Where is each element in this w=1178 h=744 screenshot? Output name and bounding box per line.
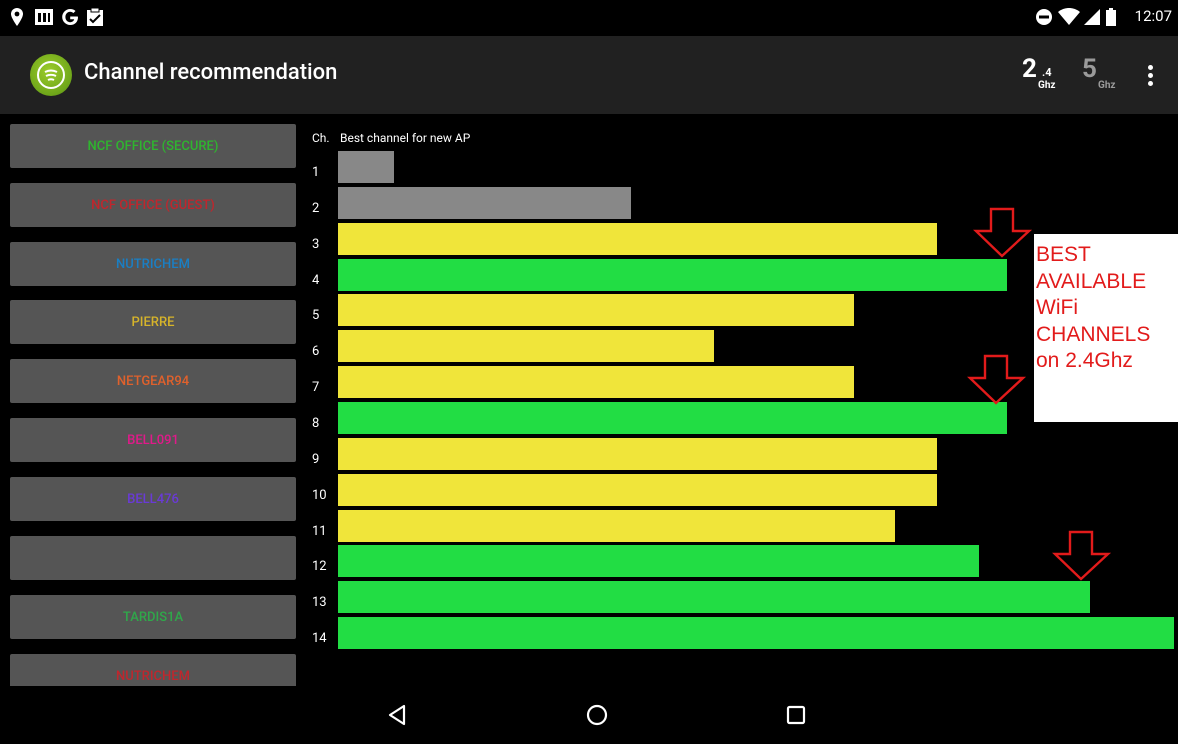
recents-icon[interactable] — [781, 700, 811, 730]
channel-bar — [338, 366, 854, 399]
band-5-unit: Ghz — [1098, 80, 1116, 91]
channel-bar — [338, 617, 1174, 650]
network-item[interactable]: BELL476 — [10, 477, 296, 521]
network-item[interactable]: NCF OFFICE (GUEST) — [10, 183, 296, 227]
band-24-sup: .4 — [1042, 66, 1052, 79]
network-item[interactable]: PIERRE — [10, 300, 296, 344]
network-item[interactable] — [10, 536, 296, 580]
google-icon — [60, 6, 80, 28]
channel-bar — [338, 151, 394, 183]
clipboard-icon — [86, 6, 104, 28]
annotation-box: BEST AVAILABLE WiFi CHANNELS on 2.4Ghz — [1034, 234, 1178, 422]
band-24ghz-button[interactable]: 2 .4 Ghz — [1020, 54, 1064, 96]
channel-label: 9 — [312, 451, 320, 467]
channel-bar — [338, 401, 1007, 434]
app-bar: Channel recommendation 2 .4 Ghz 5 Ghz — [0, 36, 1178, 114]
annotation-line: BEST — [1036, 243, 1091, 266]
network-item[interactable]: NUTRICHEM — [10, 242, 296, 286]
network-item[interactable]: BELL091 — [10, 418, 296, 462]
location-pin-icon — [10, 6, 24, 28]
band-24-main: 2 — [1022, 54, 1037, 84]
channel-label: 3 — [312, 236, 320, 252]
wifi-icon — [1058, 6, 1080, 28]
chart-title: Best channel for new AP — [340, 131, 471, 145]
network-list: NCF OFFICE (SECURE) NCF OFFICE (GUEST) NUT… — [0, 114, 305, 686]
channel-label: 12 — [312, 559, 327, 575]
band-5-main: 5 — [1082, 54, 1097, 84]
channel-label: 1 — [312, 165, 320, 180]
chart-header-channel: Ch. — [312, 131, 330, 145]
battery-icon — [1106, 6, 1116, 28]
channel-label: 14 — [312, 631, 327, 647]
annotation-line: WiFi — [1036, 296, 1078, 319]
network-item[interactable]: NETGEAR94 — [10, 359, 296, 403]
channel-label: 4 — [312, 272, 320, 288]
band-24-unit: Ghz — [1038, 80, 1056, 91]
down-arrow-icon — [973, 207, 1033, 258]
news-icon — [34, 6, 54, 28]
channel-label: 2 — [312, 200, 320, 216]
overflow-menu-icon[interactable] — [1140, 62, 1160, 90]
home-icon[interactable] — [582, 700, 612, 730]
status-time: 12:07 — [1134, 7, 1172, 25]
channel-label: 11 — [312, 523, 327, 539]
network-item[interactable]: NUTRICHEM — [10, 654, 296, 686]
channel-label: 7 — [312, 380, 320, 396]
channel-bar — [338, 437, 937, 470]
channel-label: 6 — [312, 344, 320, 360]
status-bar: 12:07 — [0, 0, 1178, 36]
app-logo-icon — [30, 54, 72, 96]
channel-bar — [338, 294, 854, 327]
network-item[interactable]: TARDIS1A — [10, 595, 296, 639]
cell-signal-icon — [1083, 6, 1101, 28]
navigation-bar — [0, 686, 1178, 744]
channel-label: 5 — [312, 308, 320, 324]
band-5ghz-button[interactable]: 5 Ghz — [1080, 54, 1124, 96]
channel-label: 10 — [312, 487, 327, 503]
back-icon[interactable] — [383, 700, 413, 730]
channel-bar — [338, 222, 937, 255]
channel-bar — [338, 186, 631, 219]
network-item[interactable]: NCF OFFICE (SECURE) — [10, 124, 296, 168]
channel-bar — [338, 545, 979, 578]
channel-label: 8 — [312, 415, 320, 431]
annotation-line: CHANNELS — [1036, 322, 1151, 346]
channel-bar — [338, 473, 937, 506]
channel-bar — [338, 581, 1090, 614]
channel-bar — [338, 509, 895, 542]
page-title: Channel recommendation — [84, 60, 338, 85]
channel-bar — [338, 330, 714, 363]
annotation-line: on 2.4Ghz — [1036, 349, 1133, 372]
do-not-disturb-icon — [1035, 6, 1053, 28]
channel-label: 13 — [312, 595, 327, 611]
channel-bar — [338, 258, 1007, 291]
down-arrow-icon — [967, 354, 1027, 405]
annotation-line: AVAILABLE — [1036, 269, 1147, 293]
down-arrow-icon — [1052, 530, 1112, 581]
